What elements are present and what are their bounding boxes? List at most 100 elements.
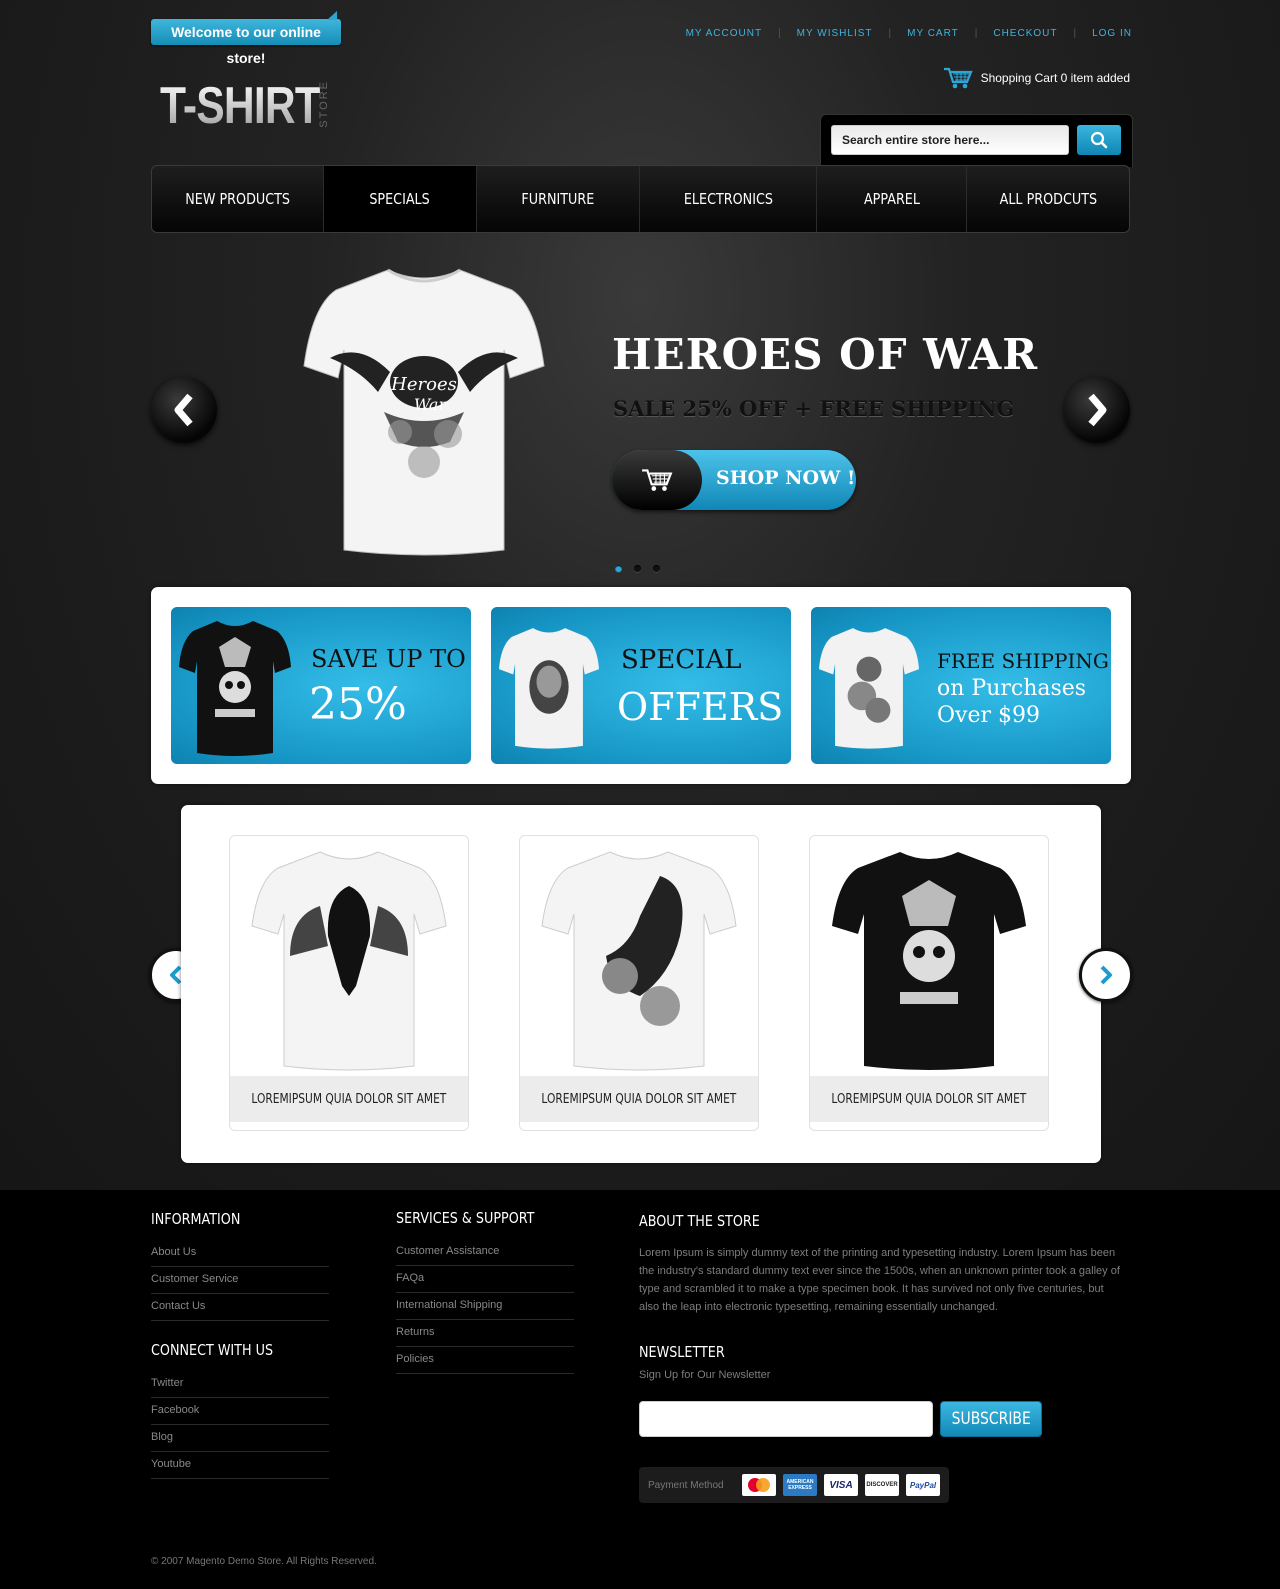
promo-panel: SAVE UP TO 25% SPECIAL OFFERS FREE SHIPP… <box>151 587 1131 784</box>
my-wishlist-link[interactable]: MY WISHLIST <box>797 28 873 39</box>
search-icon <box>1090 131 1108 149</box>
visa-icon: VISA <box>824 1474 858 1496</box>
product-image <box>832 852 1026 1070</box>
product-caption[interactable]: LOREMIPSUM QUIA DOLOR SIT AMET <box>520 1076 758 1122</box>
footer-link-twitter[interactable]: Twitter <box>151 1371 329 1398</box>
search-input[interactable] <box>831 125 1069 155</box>
payment-methods: Payment Method AMERICAN EXPRESS VISA DIS… <box>639 1467 949 1503</box>
product-image <box>541 851 737 1071</box>
about-text: Lorem Ipsum is simply dummy text of the … <box>639 1247 1120 1313</box>
slider-dot-2[interactable] <box>634 565 641 572</box>
promo-save-line2: 25% <box>309 679 407 730</box>
separator: | <box>974 28 978 39</box>
separator: | <box>1073 28 1077 39</box>
product-caption[interactable]: LOREMIPSUM QUIA DOLOR SIT AMET <box>810 1076 1048 1122</box>
white-tshirt-image <box>819 628 919 749</box>
black-tshirt-image <box>179 621 291 756</box>
shop-now-label: SHOP NOW ! <box>716 467 856 489</box>
services-heading: SERVICES & SUPPORT <box>396 1209 535 1227</box>
cart-icon <box>943 67 973 89</box>
login-link[interactable]: LOG IN <box>1092 28 1132 39</box>
information-links: About Us Customer Service Contact Us <box>151 1240 329 1321</box>
carousel-next-button[interactable] <box>1079 948 1133 1002</box>
chevron-right-icon <box>1088 393 1107 427</box>
footer-link-customer-service[interactable]: Customer Service <box>151 1267 329 1294</box>
promo-shipping-line2: on Purchases <box>937 676 1087 701</box>
chevron-left-icon <box>174 393 193 427</box>
promo-special-line1: SPECIAL <box>621 645 742 675</box>
payment-label: Payment Method <box>648 1479 724 1491</box>
logo-text: T-SHIRT <box>160 77 321 135</box>
nav-apparel[interactable]: APPAREL <box>817 166 967 232</box>
footer-link-facebook[interactable]: Facebook <box>151 1398 329 1425</box>
hero-next-arrow[interactable] <box>1064 377 1130 443</box>
checkout-link[interactable]: CHECKOUT <box>993 28 1057 39</box>
search-bar <box>820 114 1133 167</box>
promo-save-line1: SAVE UP TO <box>311 645 466 673</box>
discover-icon: DISCOVER <box>865 1474 899 1496</box>
product-card[interactable]: LOREMIPSUM QUIA DOLOR SIT AMET <box>809 835 1049 1131</box>
footer-link-international-shipping[interactable]: International Shipping <box>396 1293 574 1320</box>
product-card[interactable]: LOREMIPSUM QUIA DOLOR SIT AMET <box>229 835 469 1131</box>
hero-tshirt-image: Heroes War <box>303 268 545 556</box>
separator: | <box>778 28 781 39</box>
nav-electronics[interactable]: ELECTRONICS <box>640 166 817 232</box>
promo-shipping-line3: Over $99 <box>937 703 1040 728</box>
footer-link-blog[interactable]: Blog <box>151 1425 329 1452</box>
mastercard-icon <box>742 1474 776 1496</box>
product-caption[interactable]: LOREMIPSUM QUIA DOLOR SIT AMET <box>230 1076 468 1122</box>
copyright: © 2007 Magento Demo Store. All Rights Re… <box>151 1556 377 1567</box>
promo-save-banner[interactable]: SAVE UP TO 25% <box>171 607 471 764</box>
newsletter-subtitle: Sign Up for Our Newsletter <box>639 1369 771 1381</box>
promo-shipping-line1: FREE SHIPPING <box>937 649 1109 673</box>
slider-dots <box>615 565 660 572</box>
shop-cart-part <box>612 450 702 510</box>
slider-dot-3[interactable] <box>653 565 660 572</box>
cart-text: Shopping Cart 0 item added <box>980 71 1130 85</box>
hero-title: HEROES OF WAR <box>612 330 1039 379</box>
subscribe-button[interactable]: SUBSCRIBE <box>940 1401 1042 1437</box>
svg-text:War: War <box>414 395 448 414</box>
chevron-right-icon <box>1100 965 1112 985</box>
hero-prev-arrow[interactable] <box>151 377 217 443</box>
slider-dot-1[interactable] <box>615 565 622 572</box>
nav-all-products[interactable]: ALL PRODCUTS <box>967 166 1129 232</box>
newsletter-email-input[interactable] <box>639 1401 933 1437</box>
promo-special-banner[interactable]: SPECIAL OFFERS <box>491 607 791 764</box>
connect-links: Twitter Facebook Blog Youtube <box>151 1371 329 1479</box>
store-logo[interactable]: T-SHIRT STORE <box>160 78 355 134</box>
footer-link-about-us[interactable]: About Us <box>151 1240 329 1267</box>
promo-shipping-banner[interactable]: FREE SHIPPING on Purchases Over $99 <box>811 607 1111 764</box>
promo-special-line2: OFFERS <box>617 685 784 729</box>
hero-subtitle: SALE 25% OFF + FREE SHIPPING <box>613 396 1015 421</box>
newsletter-heading: NEWSLETTER <box>639 1343 725 1361</box>
search-button[interactable] <box>1077 125 1121 155</box>
main-nav: NEW PRODUCTS SPECIALS FURNITURE ELECTRON… <box>151 165 1130 233</box>
nav-new-products[interactable]: NEW PRODUCTS <box>152 166 324 232</box>
top-links: MY ACCOUNT | MY WISHLIST | MY CART | CHE… <box>686 28 1132 39</box>
footer-link-youtube[interactable]: Youtube <box>151 1452 329 1479</box>
about-heading: ABOUT THE STORE <box>639 1212 760 1230</box>
information-heading: INFORMATION <box>151 1210 241 1228</box>
footer-link-contact-us[interactable]: Contact Us <box>151 1294 329 1321</box>
white-tshirt-image <box>499 628 599 749</box>
cart-summary[interactable]: Shopping Cart 0 item added <box>943 66 1130 90</box>
cart-icon <box>642 469 673 491</box>
product-card[interactable]: LOREMIPSUM QUIA DOLOR SIT AMET <box>519 835 759 1131</box>
my-cart-link[interactable]: MY CART <box>907 28 959 39</box>
nav-specials[interactable]: SPECIALS <box>324 166 477 232</box>
separator: | <box>888 28 892 39</box>
svg-text:Heroes: Heroes <box>390 374 457 395</box>
nav-furniture[interactable]: FURNITURE <box>477 166 640 232</box>
paypal-icon: PayPal <box>906 1474 940 1496</box>
amex-icon: AMERICAN EXPRESS <box>783 1474 817 1496</box>
my-account-link[interactable]: MY ACCOUNT <box>686 28 763 39</box>
footer-link-returns[interactable]: Returns <box>396 1320 574 1347</box>
footer-link-customer-assistance[interactable]: Customer Assistance <box>396 1239 574 1266</box>
footer-link-faq[interactable]: FAQa <box>396 1266 574 1293</box>
shop-now-button[interactable]: SHOP NOW ! <box>612 450 856 510</box>
connect-heading: CONNECT WITH US <box>151 1341 274 1359</box>
welcome-banner: Welcome to our online store! <box>151 11 341 66</box>
product-image <box>251 851 447 1071</box>
footer-link-policies[interactable]: Policies <box>396 1347 574 1374</box>
